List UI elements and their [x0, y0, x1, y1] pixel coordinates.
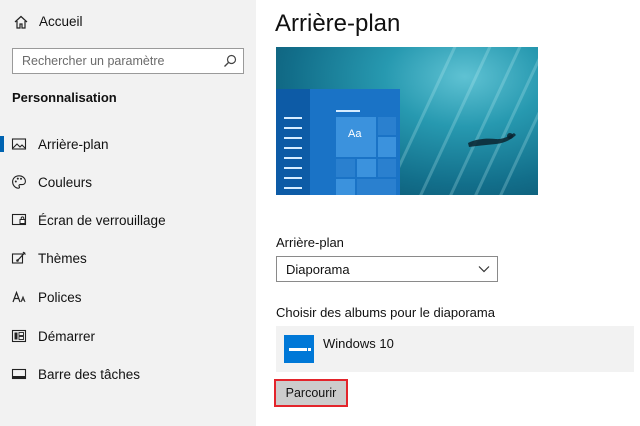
- home-link[interactable]: Accueil: [0, 8, 256, 36]
- sidebar-item-label: Écran de verrouillage: [38, 213, 166, 228]
- sidebar-item-label: Polices: [38, 290, 82, 305]
- sidebar-item-label: Barre des tâches: [38, 367, 141, 382]
- search-input[interactable]: [13, 49, 213, 73]
- settings-sidebar: Accueil Personnalisation Arrière-plan Co…: [0, 0, 256, 426]
- sidebar-item-colors[interactable]: Couleurs: [0, 164, 256, 200]
- sidebar-item-label: Démarrer: [38, 329, 96, 344]
- sidebar-item-label: Arrière-plan: [38, 137, 109, 152]
- lock-screen-icon: [11, 213, 27, 226]
- search-box[interactable]: [12, 48, 244, 74]
- start-menu-preview: Aa: [276, 89, 400, 195]
- diver-silhouette: [468, 133, 516, 147]
- sidebar-item-background[interactable]: Arrière-plan: [0, 126, 256, 162]
- album-item[interactable]: Windows 10: [276, 326, 634, 372]
- fonts-icon: [12, 290, 26, 303]
- image-icon: [11, 138, 27, 150]
- chevron-down-icon: [478, 266, 490, 273]
- sidebar-item-lock-screen[interactable]: Écran de verrouillage: [0, 202, 256, 238]
- dropdown-value: Diaporama: [286, 262, 350, 277]
- sidebar-item-label: Thèmes: [38, 251, 87, 266]
- section-title: Personnalisation: [12, 90, 117, 105]
- browse-button[interactable]: Parcourir: [274, 379, 348, 407]
- home-icon: [14, 15, 28, 29]
- sidebar-item-taskbar[interactable]: Barre des tâches: [0, 356, 256, 392]
- background-type-dropdown[interactable]: Diaporama: [276, 256, 498, 282]
- taskbar-icon: [11, 368, 27, 380]
- start-icon: [11, 329, 27, 343]
- album-name: Windows 10: [323, 336, 394, 351]
- background-preview: Aa: [276, 47, 538, 195]
- albums-label: Choisir des albums pour le diaporama: [276, 305, 495, 320]
- page-title: Arrière-plan: [275, 10, 401, 37]
- search-icon[interactable]: [223, 54, 237, 68]
- sidebar-item-themes[interactable]: Thèmes: [0, 240, 256, 276]
- preview-tile-text: Aa: [348, 128, 362, 140]
- background-type-label: Arrière-plan: [276, 235, 344, 250]
- sidebar-item-label: Couleurs: [38, 175, 93, 190]
- sidebar-item-fonts[interactable]: Polices: [0, 279, 256, 315]
- sidebar-item-start[interactable]: Démarrer: [0, 318, 256, 354]
- themes-icon: [11, 251, 26, 264]
- home-label: Accueil: [39, 14, 83, 29]
- palette-icon: [12, 175, 26, 189]
- folder-icon: [284, 335, 314, 363]
